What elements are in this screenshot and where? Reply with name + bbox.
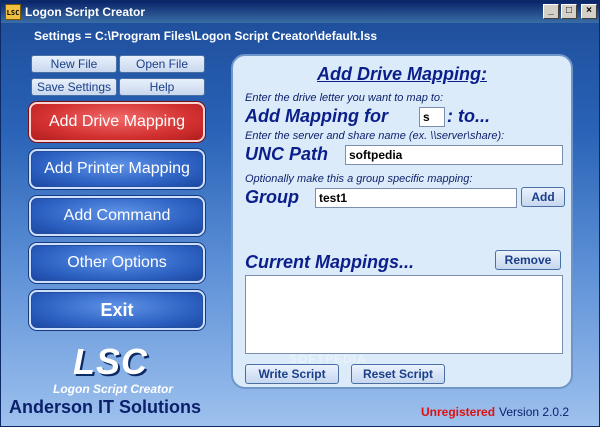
add-printer-mapping-button[interactable]: Add Printer Mapping [29, 149, 205, 189]
version-status: Unregistered Version 2.0.2 [421, 405, 569, 419]
other-options-button[interactable]: Other Options [29, 243, 205, 283]
to-label: : to... [447, 106, 490, 126]
unc-path-label: UNC Path [245, 144, 329, 164]
drive-mapping-panel: Add Drive Mapping: Enter the drive lette… [231, 54, 573, 389]
unc-path-input[interactable] [345, 145, 563, 165]
remove-button[interactable]: Remove [495, 250, 561, 270]
drive-letter-input[interactable] [419, 107, 445, 127]
company-name: Anderson IT Solutions [9, 397, 201, 417]
version-label: Version 2.0.2 [499, 405, 570, 419]
group-label: Group [245, 187, 299, 207]
logo-tagline: Logon Script Creator [53, 382, 174, 396]
panel-title: Add Drive Mapping: [317, 64, 487, 84]
group-input[interactable] [315, 188, 517, 208]
reset-script-button[interactable]: Reset Script [351, 364, 445, 384]
close-button[interactable]: × [581, 4, 597, 19]
server-share-hint: Enter the server and share name (ex. \\s… [245, 130, 505, 142]
title-bar[interactable]: LSC Logon Script Creator _ □ × [1, 1, 599, 23]
save-settings-button[interactable]: Save Settings [31, 78, 117, 96]
write-script-button[interactable]: Write Script [245, 364, 339, 384]
minimize-button[interactable]: _ [543, 4, 559, 19]
add-drive-mapping-button[interactable]: Add Drive Mapping [29, 102, 205, 142]
registration-status: Unregistered [421, 405, 496, 419]
open-file-button[interactable]: Open File [119, 55, 205, 73]
maximize-button[interactable]: □ [561, 4, 577, 19]
lsc-logo: LSC [73, 341, 148, 382]
drive-letter-hint: Enter the drive letter you want to map t… [245, 92, 444, 104]
new-file-button[interactable]: New File [31, 55, 117, 73]
help-button[interactable]: Help [119, 78, 205, 96]
exit-button[interactable]: Exit [29, 290, 205, 330]
window-title: Logon Script Creator [25, 5, 146, 19]
add-command-button[interactable]: Add Command [29, 196, 205, 236]
settings-path: Settings = C:\Program Files\Logon Script… [34, 29, 378, 43]
current-mappings-list[interactable] [245, 275, 563, 354]
app-window: LSC Logon Script Creator _ □ × Settings … [0, 0, 600, 427]
add-mapping-label: Add Mapping for [245, 106, 388, 126]
current-mappings-label: Current Mappings... [245, 252, 415, 272]
group-hint: Optionally make this a group specific ma… [245, 173, 473, 185]
add-button[interactable]: Add [521, 187, 565, 207]
app-icon: LSC [5, 4, 21, 20]
softpedia-watermark: SOFTPEDIA [289, 352, 367, 366]
